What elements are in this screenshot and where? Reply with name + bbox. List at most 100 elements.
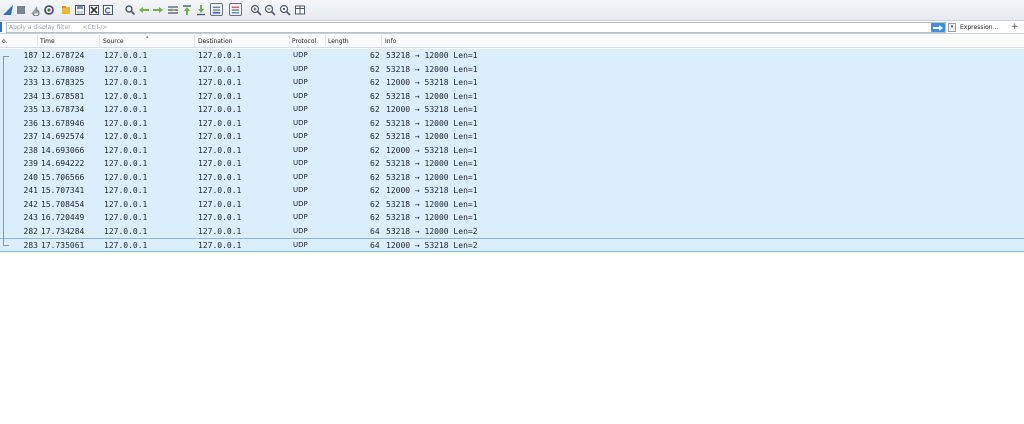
packet-length: 62 xyxy=(370,172,380,182)
packet-time: 13.678946 xyxy=(41,118,85,128)
packet-source: 127.0.0.1 xyxy=(104,118,148,128)
stop-capture-icon[interactable] xyxy=(15,4,27,16)
packet-destination: 127.0.0.1 xyxy=(198,78,242,87)
find-packet-icon[interactable] xyxy=(124,4,136,16)
packet-protocol: UDP xyxy=(293,105,308,113)
zoom-out-icon[interactable] xyxy=(264,4,276,16)
packet-source: 127.0.0.1 xyxy=(104,51,148,60)
column-header-protocol[interactable]: Protocol xyxy=(290,35,326,48)
packet-time: 16.720449 xyxy=(41,213,85,222)
go-back-icon[interactable] xyxy=(138,4,150,16)
auto-scroll-icon[interactable] xyxy=(210,3,223,16)
packet-destination: 127.0.0.1 xyxy=(198,118,242,128)
packet-time: 15.708454 xyxy=(41,199,85,209)
reload-file-icon[interactable] xyxy=(102,4,114,16)
go-first-packet-icon[interactable] xyxy=(181,4,193,16)
zoom-in-icon[interactable] xyxy=(250,4,262,16)
expression-button[interactable]: Expression... xyxy=(960,22,998,33)
filter-history-dropdown[interactable]: ▾ xyxy=(948,23,956,32)
open-file-icon[interactable] xyxy=(60,4,72,16)
close-file-icon[interactable] xyxy=(88,4,100,16)
packet-row[interactable]: 243 16.720449 127.0.0.1 127.0.0.1 UDP 62 53218… xyxy=(0,211,1024,225)
filter-bookmark-icon[interactable] xyxy=(0,22,2,32)
packet-time: 13.678089 xyxy=(41,64,85,74)
go-to-packet-icon[interactable] xyxy=(167,4,179,16)
packet-source: 127.0.0.1 xyxy=(104,199,148,209)
save-file-icon[interactable] xyxy=(74,4,86,16)
packet-row[interactable]: 239 14.694222 127.0.0.1 127.0.0.1 UDP 62 53218… xyxy=(0,157,1024,171)
column-header-destination[interactable]: Destination xyxy=(196,35,290,48)
packet-source: 127.0.0.1 xyxy=(104,172,148,182)
packet-time: 13.678734 xyxy=(41,105,85,114)
packet-number: 283 xyxy=(23,241,38,250)
packet-protocol: UDP xyxy=(293,199,308,208)
add-filter-button[interactable]: + xyxy=(1011,21,1019,33)
conversation-bracket-end xyxy=(3,244,9,246)
packet-protocol: UDP xyxy=(293,91,308,100)
packet-length: 62 xyxy=(370,91,380,101)
packet-row[interactable]: 187 12.678724 127.0.0.1 127.0.0.1 UDP 62 53218… xyxy=(0,49,1024,63)
shark-fin-start-icon[interactable] xyxy=(2,4,14,16)
normal-size-icon[interactable] xyxy=(279,4,291,16)
go-last-packet-icon[interactable] xyxy=(195,4,207,16)
packet-row[interactable]: 236 13.678946 127.0.0.1 127.0.0.1 UDP 62 53218… xyxy=(0,116,1024,130)
packet-info: 53218 → 12000 Len=1 xyxy=(386,199,478,209)
go-forward-icon[interactable] xyxy=(152,4,164,16)
restart-capture-icon[interactable] xyxy=(29,4,41,16)
column-header-no[interactable]: o. xyxy=(0,35,38,48)
packet-list-header: o. Time Source ▴ Destination Protocol Le… xyxy=(0,35,1024,48)
packet-source: 127.0.0.1 xyxy=(104,91,148,101)
capture-options-icon[interactable] xyxy=(43,4,55,16)
packet-source: 127.0.0.1 xyxy=(104,241,148,250)
column-header-time[interactable]: Time xyxy=(38,35,100,48)
display-filter-bar: Apply a display filter <Ctrl-/> ▾ Expres… xyxy=(0,21,1024,34)
packet-destination: 127.0.0.1 xyxy=(198,159,242,168)
packet-destination: 127.0.0.1 xyxy=(198,51,242,60)
column-header-info[interactable]: Info xyxy=(383,35,1024,48)
packet-number: 232 xyxy=(23,64,38,74)
packet-protocol: UDP xyxy=(293,132,308,140)
packet-row[interactable]: 241 15.707341 127.0.0.1 127.0.0.1 UDP 62 12000… xyxy=(0,184,1024,198)
packet-row[interactable]: 282 17.734284 127.0.0.1 127.0.0.1 UDP 64 53218… xyxy=(0,224,1024,238)
column-header-length[interactable]: Length xyxy=(326,35,382,48)
apply-filter-button[interactable] xyxy=(931,23,945,32)
packet-row[interactable]: 233 13.678325 127.0.0.1 127.0.0.1 UDP 62 12000… xyxy=(0,76,1024,90)
packet-source: 127.0.0.1 xyxy=(104,226,148,236)
packet-number: 233 xyxy=(23,78,38,87)
filter-shortcut-hint: <Ctrl-/> xyxy=(82,24,108,31)
packet-number: 187 xyxy=(23,51,38,60)
packet-row[interactable]: 234 13.678581 127.0.0.1 127.0.0.1 UDP 62 53218… xyxy=(0,89,1024,103)
packet-destination: 127.0.0.1 xyxy=(198,241,242,250)
colorize-icon[interactable] xyxy=(229,3,242,16)
packet-destination: 127.0.0.1 xyxy=(198,172,242,182)
packet-row[interactable]: 240 15.706566 127.0.0.1 127.0.0.1 UDP 62 53218… xyxy=(0,170,1024,184)
packet-info: 53218 → 12000 Len=1 xyxy=(386,132,478,141)
packet-row[interactable]: 238 14.693066 127.0.0.1 127.0.0.1 UDP 62 12000… xyxy=(0,143,1024,157)
packet-number: 238 xyxy=(23,145,38,155)
packet-number: 241 xyxy=(23,186,38,195)
packet-destination: 127.0.0.1 xyxy=(198,64,242,74)
packet-source: 127.0.0.1 xyxy=(104,186,148,195)
packet-row[interactable]: 242 15.708454 127.0.0.1 127.0.0.1 UDP 62 53218… xyxy=(0,197,1024,211)
packet-length: 62 xyxy=(370,78,380,87)
packet-destination: 127.0.0.1 xyxy=(198,199,242,209)
packet-protocol: UDP xyxy=(293,145,308,154)
resize-columns-icon[interactable] xyxy=(294,4,306,16)
packet-info: 53218 → 12000 Len=1 xyxy=(386,118,478,128)
packet-number: 235 xyxy=(23,105,38,114)
packet-info: 53218 → 12000 Len=1 xyxy=(386,51,478,60)
packet-row[interactable]: 235 13.678734 127.0.0.1 127.0.0.1 UDP 62 12000… xyxy=(0,103,1024,117)
packet-length: 62 xyxy=(370,213,380,222)
packet-protocol: UDP xyxy=(293,213,308,221)
packet-length: 62 xyxy=(370,159,380,168)
packet-row[interactable]: 283 17.735061 127.0.0.1 127.0.0.1 UDP 64 12000… xyxy=(0,238,1024,252)
packet-row[interactable]: 232 13.678089 127.0.0.1 127.0.0.1 UDP 62 53218… xyxy=(0,62,1024,76)
packet-protocol: UDP xyxy=(293,241,308,249)
packet-source: 127.0.0.1 xyxy=(104,159,148,168)
display-filter-input[interactable]: Apply a display filter <Ctrl-/> xyxy=(6,22,946,33)
packet-info: 53218 → 12000 Len=1 xyxy=(386,172,478,182)
packet-length: 62 xyxy=(370,199,380,209)
packet-destination: 127.0.0.1 xyxy=(198,132,242,141)
packet-row[interactable]: 237 14.692574 127.0.0.1 127.0.0.1 UDP 62 53218… xyxy=(0,130,1024,144)
packet-destination: 127.0.0.1 xyxy=(198,213,242,222)
